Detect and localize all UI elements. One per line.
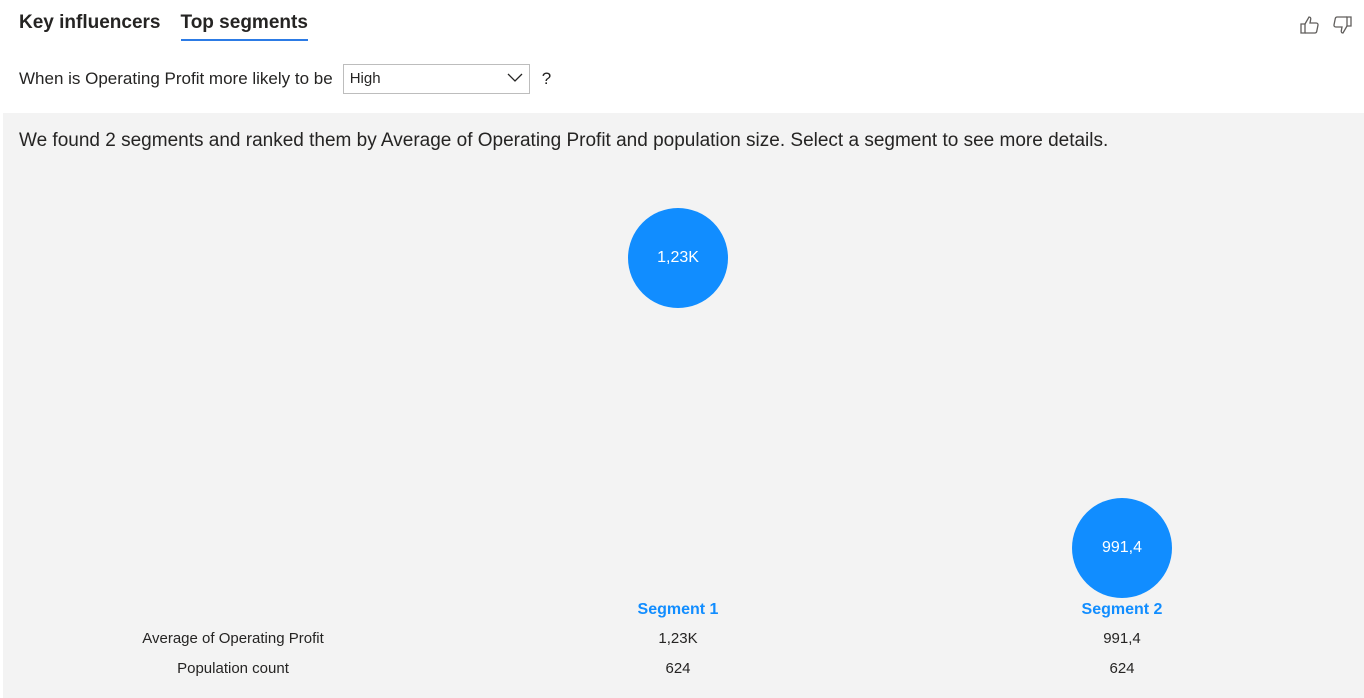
chevron-down-icon (507, 70, 523, 87)
summary-text: We found 2 segments and ranked them by A… (19, 130, 1109, 151)
tab-top-segments[interactable]: Top segments (180, 12, 308, 41)
question-row: When is Operating Profit more likely to … (19, 63, 551, 94)
question-prefix: When is Operating Profit more likely to … (19, 68, 333, 88)
segment-2-average: 991,4 (1103, 630, 1141, 647)
segment-1-bubble[interactable]: 1,23K (628, 208, 728, 308)
thumbs-up-icon[interactable] (1298, 13, 1322, 37)
dropdown-selected-value: High (349, 70, 381, 87)
tab-key-influencers[interactable]: Key influencers (19, 12, 161, 41)
segment-2-bubble[interactable]: 991,4 (1072, 498, 1172, 598)
segment-2-label[interactable]: Segment 2 (1042, 601, 1202, 619)
segment-1-label[interactable]: Segment 1 (598, 601, 758, 619)
feedback-buttons (1298, 13, 1354, 37)
segment-1-population: 624 (665, 660, 691, 677)
row-label-average: Average of Operating Profit (142, 630, 324, 647)
tab-bar: Key influencers Top segments (19, 12, 308, 41)
row-label-population: Population count (177, 660, 289, 677)
value-dropdown[interactable]: High (342, 63, 530, 94)
segment-2-population: 624 (1109, 660, 1135, 677)
thumbs-down-icon[interactable] (1330, 13, 1354, 37)
segments-panel: We found 2 segments and ranked them by A… (3, 113, 1364, 698)
question-suffix: ? (541, 68, 552, 88)
segment-1-average: 1,23K (658, 630, 698, 647)
